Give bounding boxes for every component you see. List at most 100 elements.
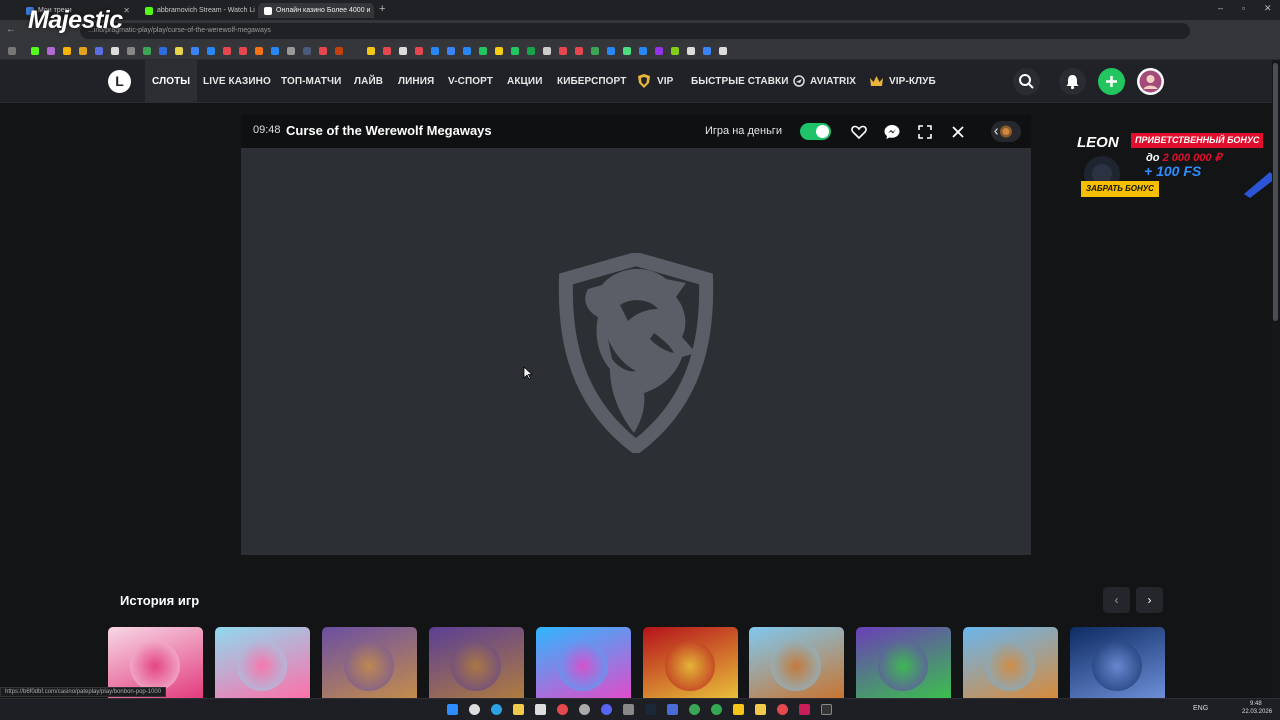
- keyboard-language[interactable]: ENG: [1193, 705, 1208, 712]
- nav-live-casino[interactable]: LIVE КАЗИНО: [203, 60, 271, 103]
- folder-icon[interactable]: [513, 704, 524, 715]
- chat-icon[interactable]: [883, 123, 901, 141]
- game-tile[interactable]: [429, 627, 524, 699]
- chrome-icon[interactable]: [711, 704, 722, 715]
- bookmark-icon[interactable]: [127, 47, 135, 55]
- back-arrow-icon[interactable]: ←: [6, 24, 16, 35]
- start-icon[interactable]: [447, 704, 458, 715]
- claim-bonus-button[interactable]: ЗАБРАТЬ БОНУС: [1081, 181, 1159, 197]
- nav-live[interactable]: ЛАЙВ: [354, 60, 383, 103]
- bookmark-icon[interactable]: [79, 47, 87, 55]
- avatar[interactable]: [1137, 68, 1164, 95]
- game-tile[interactable]: [215, 627, 310, 699]
- telegram-icon[interactable]: [491, 704, 502, 715]
- bookmark-icon[interactable]: [687, 47, 695, 55]
- real-money-toggle[interactable]: [800, 123, 831, 140]
- bookmark-icon[interactable]: [415, 47, 423, 55]
- window-close-icon[interactable]: ✕: [1264, 3, 1272, 14]
- nav-esports[interactable]: КИБЕРСПОРТ: [557, 60, 626, 103]
- notifications-button[interactable]: [1059, 68, 1086, 95]
- bookmark-icon[interactable]: [559, 47, 567, 55]
- bookmark-icon[interactable]: [143, 47, 151, 55]
- yandex-icon[interactable]: [557, 704, 568, 715]
- nav-slots[interactable]: СЛОТЫ: [145, 60, 198, 103]
- bookmark-icon[interactable]: [303, 47, 311, 55]
- favorite-heart-icon[interactable]: [850, 123, 868, 141]
- bookmark-icon[interactable]: [95, 47, 103, 55]
- app-icon[interactable]: [667, 704, 678, 715]
- bookmark-icon[interactable]: [207, 47, 215, 55]
- nav-top-matches[interactable]: ТОП-МАТЧИ: [281, 60, 341, 103]
- search-button[interactable]: [1013, 68, 1040, 95]
- bookmark-icon[interactable]: [511, 47, 519, 55]
- bookmark-icon[interactable]: [447, 47, 455, 55]
- game-tile[interactable]: [749, 627, 844, 699]
- bookmark-icon[interactable]: [223, 47, 231, 55]
- carousel-prev-button[interactable]: ‹: [1103, 587, 1130, 613]
- bookmark-icon[interactable]: [719, 47, 727, 55]
- bookmark-icon[interactable]: [255, 47, 263, 55]
- discord-icon[interactable]: [601, 704, 612, 715]
- tab-casino[interactable]: Онлайн казино Более 4000 и ✕: [258, 3, 374, 18]
- bookmark-icon[interactable]: [383, 47, 391, 55]
- bookmark-icon[interactable]: [399, 47, 407, 55]
- game-tile[interactable]: [322, 627, 417, 699]
- game-tile[interactable]: [1070, 627, 1165, 699]
- steam-icon[interactable]: [645, 704, 656, 715]
- chrome-icon[interactable]: [777, 704, 788, 715]
- clock-date[interactable]: 22.03.2026: [1242, 709, 1272, 715]
- bookmark-icon[interactable]: [703, 47, 711, 55]
- bookmark-icon[interactable]: [367, 47, 375, 55]
- app-icon[interactable]: [579, 704, 590, 715]
- new-tab-icon[interactable]: +: [379, 3, 385, 15]
- bookmark-icon[interactable]: [159, 47, 167, 55]
- bookmark-icon[interactable]: [607, 47, 615, 55]
- site-logo[interactable]: L: [108, 70, 131, 93]
- address-input[interactable]: ...ino/pragmatic-play/play/curse-of-the-…: [80, 23, 1190, 39]
- bookmark-icon[interactable]: [639, 47, 647, 55]
- collapse-panel-button[interactable]: [991, 121, 1021, 142]
- game-tile[interactable]: [643, 627, 738, 699]
- bookmark-icon[interactable]: [287, 47, 295, 55]
- nav-vip[interactable]: VIP: [636, 60, 673, 103]
- scrollbar-thumb[interactable]: [1273, 63, 1278, 321]
- game-tile[interactable]: [963, 627, 1058, 699]
- app-icon[interactable]: [623, 704, 634, 715]
- nav-v-sport[interactable]: V-СПОРТ: [448, 60, 493, 103]
- maximize-icon[interactable]: ▫: [1242, 3, 1245, 13]
- close-icon[interactable]: [949, 123, 967, 141]
- bookmark-icon[interactable]: [655, 47, 663, 55]
- bookmark-icon[interactable]: [63, 47, 71, 55]
- bookmark-icon[interactable]: [623, 47, 631, 55]
- page-scrollbar[interactable]: [1272, 60, 1280, 698]
- nav-aviatrix[interactable]: AVIATRIX: [793, 60, 856, 103]
- bookmark-icon[interactable]: [591, 47, 599, 55]
- bookmark-icon[interactable]: [175, 47, 183, 55]
- bookmark-icon[interactable]: [431, 47, 439, 55]
- game-tile[interactable]: [536, 627, 631, 699]
- bookmark-icon[interactable]: [671, 47, 679, 55]
- bookmark-icon[interactable]: [31, 47, 39, 55]
- nav-vip-club[interactable]: VIP-КЛУБ: [869, 60, 936, 103]
- nav-promotions[interactable]: АКЦИИ: [507, 60, 543, 103]
- bookmark-icon[interactable]: [543, 47, 551, 55]
- deposit-button[interactable]: [1098, 68, 1125, 95]
- folder-icon[interactable]: [755, 704, 766, 715]
- minimize-icon[interactable]: –: [1218, 3, 1223, 13]
- bookmark-icon[interactable]: [575, 47, 583, 55]
- bookmark-icon[interactable]: [463, 47, 471, 55]
- app-icon[interactable]: [535, 704, 546, 715]
- tab-close-icon[interactable]: ✕: [370, 6, 374, 15]
- bookmark-icon[interactable]: [191, 47, 199, 55]
- app-icon[interactable]: [799, 704, 810, 715]
- nav-fast-bets[interactable]: БЫСТРЫЕ СТАВКИ: [691, 60, 789, 103]
- search-icon[interactable]: [469, 704, 480, 715]
- bookmark-icon[interactable]: [47, 47, 55, 55]
- game-tile[interactable]: [856, 627, 951, 699]
- bookmark-icon[interactable]: [479, 47, 487, 55]
- bookmark-icon[interactable]: [335, 47, 343, 55]
- bookmark-icon[interactable]: [495, 47, 503, 55]
- app-icon[interactable]: [821, 704, 832, 715]
- game-frame[interactable]: [241, 148, 1031, 555]
- bookmark-icon[interactable]: [319, 47, 327, 55]
